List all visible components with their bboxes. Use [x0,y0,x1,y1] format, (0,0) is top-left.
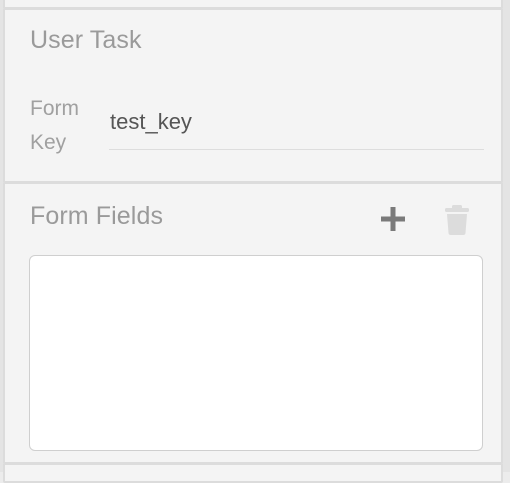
add-field-button[interactable] [378,204,408,234]
plus-icon [378,204,408,234]
delete-field-button[interactable] [443,204,471,236]
form-key-field[interactable]: test_key [110,109,192,135]
form-key-underline [109,149,484,150]
trash-icon [443,205,471,240]
form-key-label: Form Key [30,97,79,154]
next-section-edge [3,463,503,483]
form-fields-title: Form Fields [30,202,164,230]
form-fields-list[interactable] [29,255,483,451]
properties-panel: User Task Form Key test_key Form Fields [0,0,510,483]
user-task-section: User Task Form Key test_key [3,8,503,183]
form-fields-section: Form Fields [3,182,503,464]
user-task-title: User Task [30,26,142,54]
